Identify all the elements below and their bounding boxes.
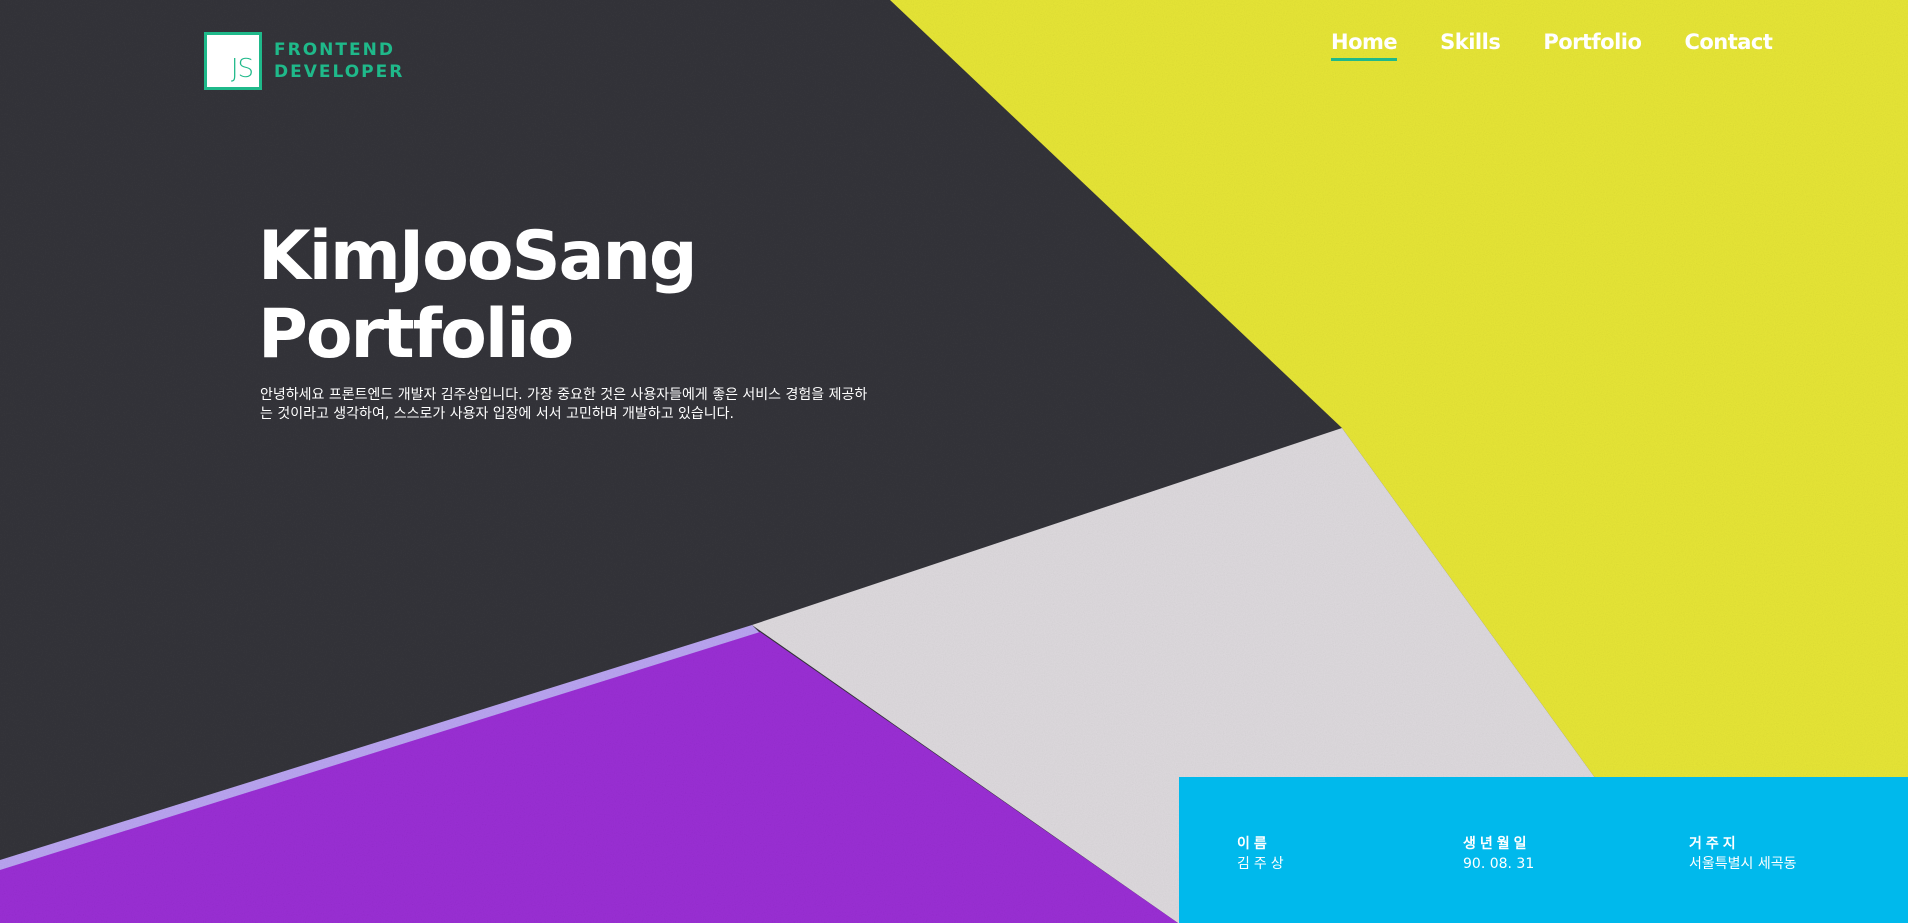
nav-item-portfolio[interactable]: Portfolio: [1543, 30, 1642, 61]
nav-item-contact[interactable]: Contact: [1684, 30, 1773, 61]
logo-wordmark: FRONTEND DEVELOPER: [274, 39, 404, 83]
nav-item-skills[interactable]: Skills: [1440, 30, 1501, 61]
main-nav: Home Skills Portfolio Contact: [1331, 30, 1773, 61]
info-address: 거주지 서울특별시 세곡동: [1689, 834, 1797, 874]
logo-line-2: DEVELOPER: [274, 62, 405, 82]
nav-item-home[interactable]: Home: [1331, 30, 1398, 61]
hero-title: KimJooSang Portfolio: [258, 217, 698, 374]
profile-info-panel: 이름 김주상 생년월일 90. 08. 31 거주지 서울특별시 세곡동: [1179, 777, 1908, 923]
info-name-value: 김주상: [1237, 856, 1288, 872]
logo-mark: JS: [204, 32, 262, 90]
hero-title-line-1: KimJooSang: [258, 217, 698, 296]
info-address-value: 서울특별시 세곡동: [1689, 856, 1797, 872]
info-name-label: 이름: [1237, 836, 1271, 852]
info-birth: 생년월일 90. 08. 31: [1463, 834, 1534, 874]
info-birth-value: 90. 08. 31: [1463, 856, 1535, 872]
logo-mark-text: JS: [230, 54, 254, 84]
logo-line-1: FRONTEND: [274, 40, 395, 60]
site-logo[interactable]: JS FRONTEND DEVELOPER: [204, 32, 404, 90]
info-address-label: 거주지: [1689, 836, 1740, 852]
info-birth-label: 생년월일: [1463, 836, 1531, 852]
hero-intro-text: 안녕하세요 프론트엔드 개발자 김주상입니다. 가장 중요한 것은 사용자들에게…: [260, 387, 868, 422]
hero-title-line-2: Portfolio: [258, 295, 574, 374]
portfolio-page: JS FRONTEND DEVELOPER Home Skills Portfo…: [0, 0, 1908, 923]
info-name: 이름 김주상: [1237, 834, 1288, 874]
